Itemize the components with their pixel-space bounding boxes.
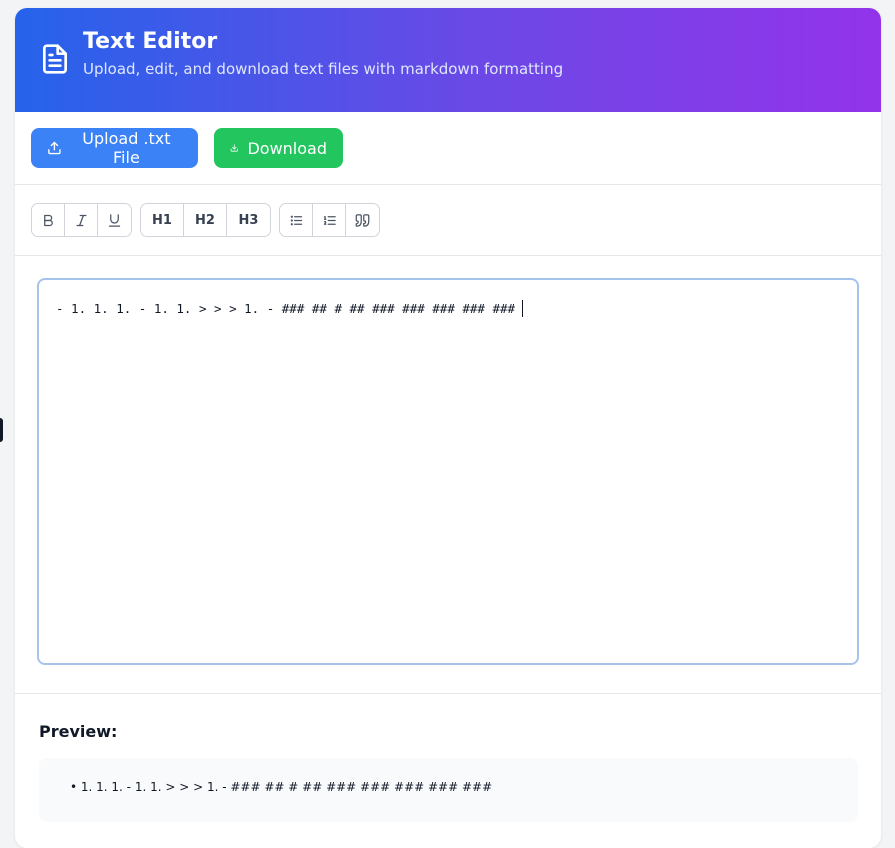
page-title: Text Editor (83, 29, 218, 54)
preview-label: Preview: (39, 722, 118, 741)
bold-icon (43, 214, 53, 226)
h1-button[interactable]: H1 (141, 204, 184, 236)
upload-button[interactable]: Upload .txt File (31, 128, 198, 168)
underline-button[interactable] (98, 204, 131, 236)
upload-icon (48, 141, 61, 155)
editor-section: - 1. 1. 1. - 1. 1. > > > 1. - ### ## # #… (15, 256, 881, 694)
editor-card: Text Editor Upload, edit, and download t… (15, 8, 881, 848)
side-tab-handle[interactable] (0, 418, 3, 442)
underline-icon (108, 213, 121, 227)
text-style-group (31, 203, 132, 237)
header-text: Text Editor Upload, edit, and download t… (83, 29, 564, 79)
italic-icon (76, 214, 86, 226)
h2-button[interactable]: H2 (184, 204, 227, 236)
preview-content: • 1. 1. 1. - 1. 1. > > > 1. - ### ## # #… (70, 780, 493, 794)
download-button-label: Download (247, 138, 327, 158)
bullet-list-button[interactable] (280, 204, 313, 236)
header: Text Editor Upload, edit, and download t… (15, 8, 881, 112)
document-icon (43, 44, 67, 74)
bold-button[interactable] (32, 204, 65, 236)
file-actions: Upload .txt File Download (15, 112, 881, 185)
numbered-list-button[interactable] (313, 204, 346, 236)
h3-button[interactable]: H3 (227, 204, 270, 236)
quote-icon (355, 213, 370, 227)
bullet-list-icon (290, 215, 302, 225)
upload-button-label: Upload .txt File (82, 129, 171, 167)
editor-content: - 1. 1. 1. - 1. 1. > > > 1. - ### ## # #… (56, 301, 516, 316)
preview-section: Preview: • 1. 1. 1. - 1. 1. > > > 1. - #… (15, 694, 881, 822)
italic-button[interactable] (65, 204, 98, 236)
quote-button[interactable] (346, 204, 379, 236)
format-toolbar: H1 H2 H3 (15, 185, 881, 256)
text-editor-area[interactable]: - 1. 1. 1. - 1. 1. > > > 1. - ### ## # #… (37, 278, 859, 665)
page-subtitle: Upload, edit, and download text files wi… (83, 60, 564, 78)
text-caret (522, 300, 524, 317)
heading-group: H1 H2 H3 (140, 203, 271, 237)
download-icon (230, 144, 238, 152)
preview-box: • 1. 1. 1. - 1. 1. > > > 1. - ### ## # #… (39, 758, 858, 822)
numbered-list-icon (323, 215, 336, 225)
download-button[interactable]: Download (214, 128, 343, 168)
list-group (279, 203, 380, 237)
